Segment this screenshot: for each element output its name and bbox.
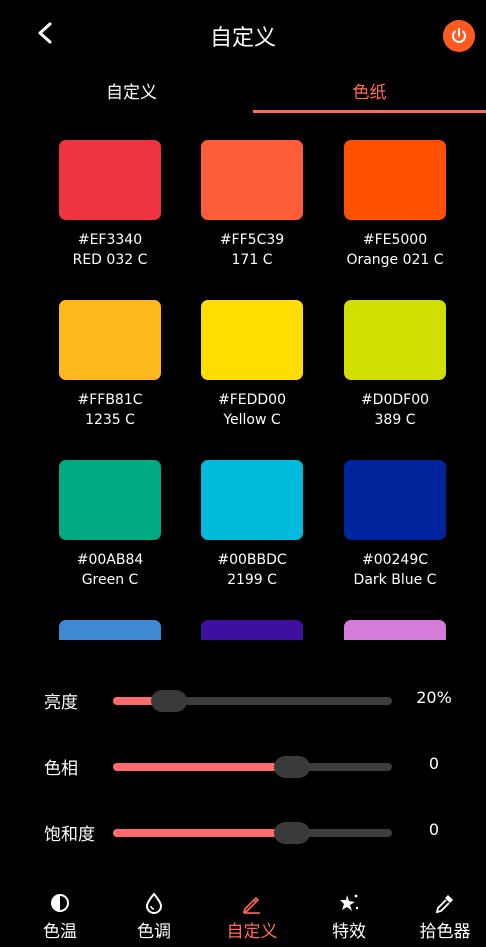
swatch-item[interactable] [182, 620, 322, 640]
nav-color-picker[interactable]: 拾色器 [405, 888, 485, 942]
slider-knob[interactable] [274, 756, 310, 778]
color-swatch [344, 300, 446, 380]
tab-bar: 自定义 色纸 [0, 70, 486, 116]
saturation-label: 饱和度 [44, 825, 95, 845]
saturation-value: 0 [428, 820, 440, 839]
swatch-item[interactable]: #00BBDC 2199 C [182, 460, 322, 590]
brightness-slider-row: 亮度 20% [0, 680, 486, 720]
color-swatch [344, 140, 446, 220]
swatch-code: 389 C [374, 412, 416, 428]
slider-knob[interactable] [151, 690, 187, 712]
brightness-label: 亮度 [44, 693, 78, 713]
color-swatch [59, 460, 161, 540]
saturation-slider-row: 饱和度 0 [0, 812, 486, 852]
nav-label: 拾色器 [419, 922, 471, 942]
half-circle-icon [20, 892, 100, 914]
swatch-code: Dark Blue C [353, 572, 437, 588]
color-swatch [201, 140, 303, 220]
swatch-hex: #FE5000 [362, 232, 428, 248]
hue-label: 色相 [44, 759, 78, 779]
nav-custom[interactable]: 自定义 [212, 888, 292, 942]
swatch-code: Green C [81, 572, 139, 588]
color-swatch [201, 300, 303, 380]
drop-icon [114, 892, 194, 914]
color-swatch [201, 460, 303, 540]
nav-label: 特效 [332, 922, 366, 942]
nav-effects[interactable]: 特效 [309, 888, 389, 942]
swatch-item[interactable]: #EF3340 RED 032 C [40, 140, 180, 270]
color-swatch [59, 300, 161, 380]
slider-knob[interactable] [274, 822, 310, 844]
swatch-hex: #00BBDC [217, 552, 287, 568]
swatch-item[interactable]: #00249C Dark Blue C [325, 460, 465, 590]
swatch-item[interactable]: #FFB81C 1235 C [40, 300, 180, 430]
swatch-code: RED 032 C [72, 252, 148, 268]
swatch-item[interactable]: #FE5000 Orange 021 C [325, 140, 465, 270]
nav-color-temp[interactable]: 色温 [20, 888, 100, 942]
swatch-hex: #00AB84 [76, 552, 144, 568]
swatch-code: 2199 C [227, 572, 277, 588]
header: 自定义 [0, 0, 486, 70]
hue-slider[interactable] [113, 756, 392, 778]
swatch-item[interactable]: #FF5C39 171 C [182, 140, 322, 270]
nav-label: 色调 [137, 922, 171, 942]
swatch-grid: #EF3340 RED 032 C #FF5C39 171 C #FE5000 Orang… [0, 140, 486, 640]
power-button[interactable] [443, 20, 475, 52]
color-swatch [59, 140, 161, 220]
nav-label: 自定义 [226, 922, 278, 942]
page-title: 自定义 [209, 26, 276, 51]
swatch-hex: #FF5C39 [219, 232, 285, 248]
bottom-nav: 色温 色调 自定义 特效 拾色器 [0, 888, 486, 947]
tab-color-paper[interactable]: 色纸 [253, 78, 486, 103]
brightness-value: 20% [416, 688, 452, 707]
swatch-hex: #FFB81C [77, 392, 143, 408]
color-swatch [201, 620, 303, 640]
slider-fill [113, 763, 292, 771]
eyedropper-icon [405, 892, 485, 914]
hue-slider-row: 色相 0 [0, 746, 486, 786]
swatch-hex: #D0DF00 [360, 392, 430, 408]
tab-custom[interactable]: 自定义 [10, 78, 253, 103]
swatch-hex: #FEDD00 [217, 392, 286, 408]
swatch-item[interactable]: #FEDD00 Yellow C [182, 300, 322, 430]
sparkle-icon [309, 892, 389, 914]
color-swatch [59, 620, 161, 640]
swatch-code: Orange 021 C [346, 252, 444, 268]
slider-fill [113, 829, 292, 837]
color-swatch [344, 460, 446, 540]
hue-value: 0 [428, 754, 440, 773]
swatch-code: Yellow C [223, 412, 281, 428]
nav-hue[interactable]: 色调 [114, 888, 194, 942]
power-icon [452, 28, 466, 43]
color-swatch [344, 620, 446, 640]
nav-label: 色温 [43, 922, 77, 942]
swatch-hex: #EF3340 [77, 232, 143, 248]
active-tab-indicator [253, 110, 486, 113]
brightness-slider[interactable] [113, 690, 392, 712]
swatch-item[interactable] [325, 620, 465, 640]
swatch-item[interactable]: #00AB84 Green C [40, 460, 180, 590]
saturation-slider[interactable] [113, 822, 392, 844]
pencil-icon [212, 892, 292, 914]
swatch-item[interactable]: #D0DF00 389 C [325, 300, 465, 430]
swatch-hex: #00249C [361, 552, 429, 568]
swatch-item[interactable] [40, 620, 180, 640]
swatch-code: 1235 C [85, 412, 135, 428]
swatch-code: 171 C [231, 252, 273, 268]
